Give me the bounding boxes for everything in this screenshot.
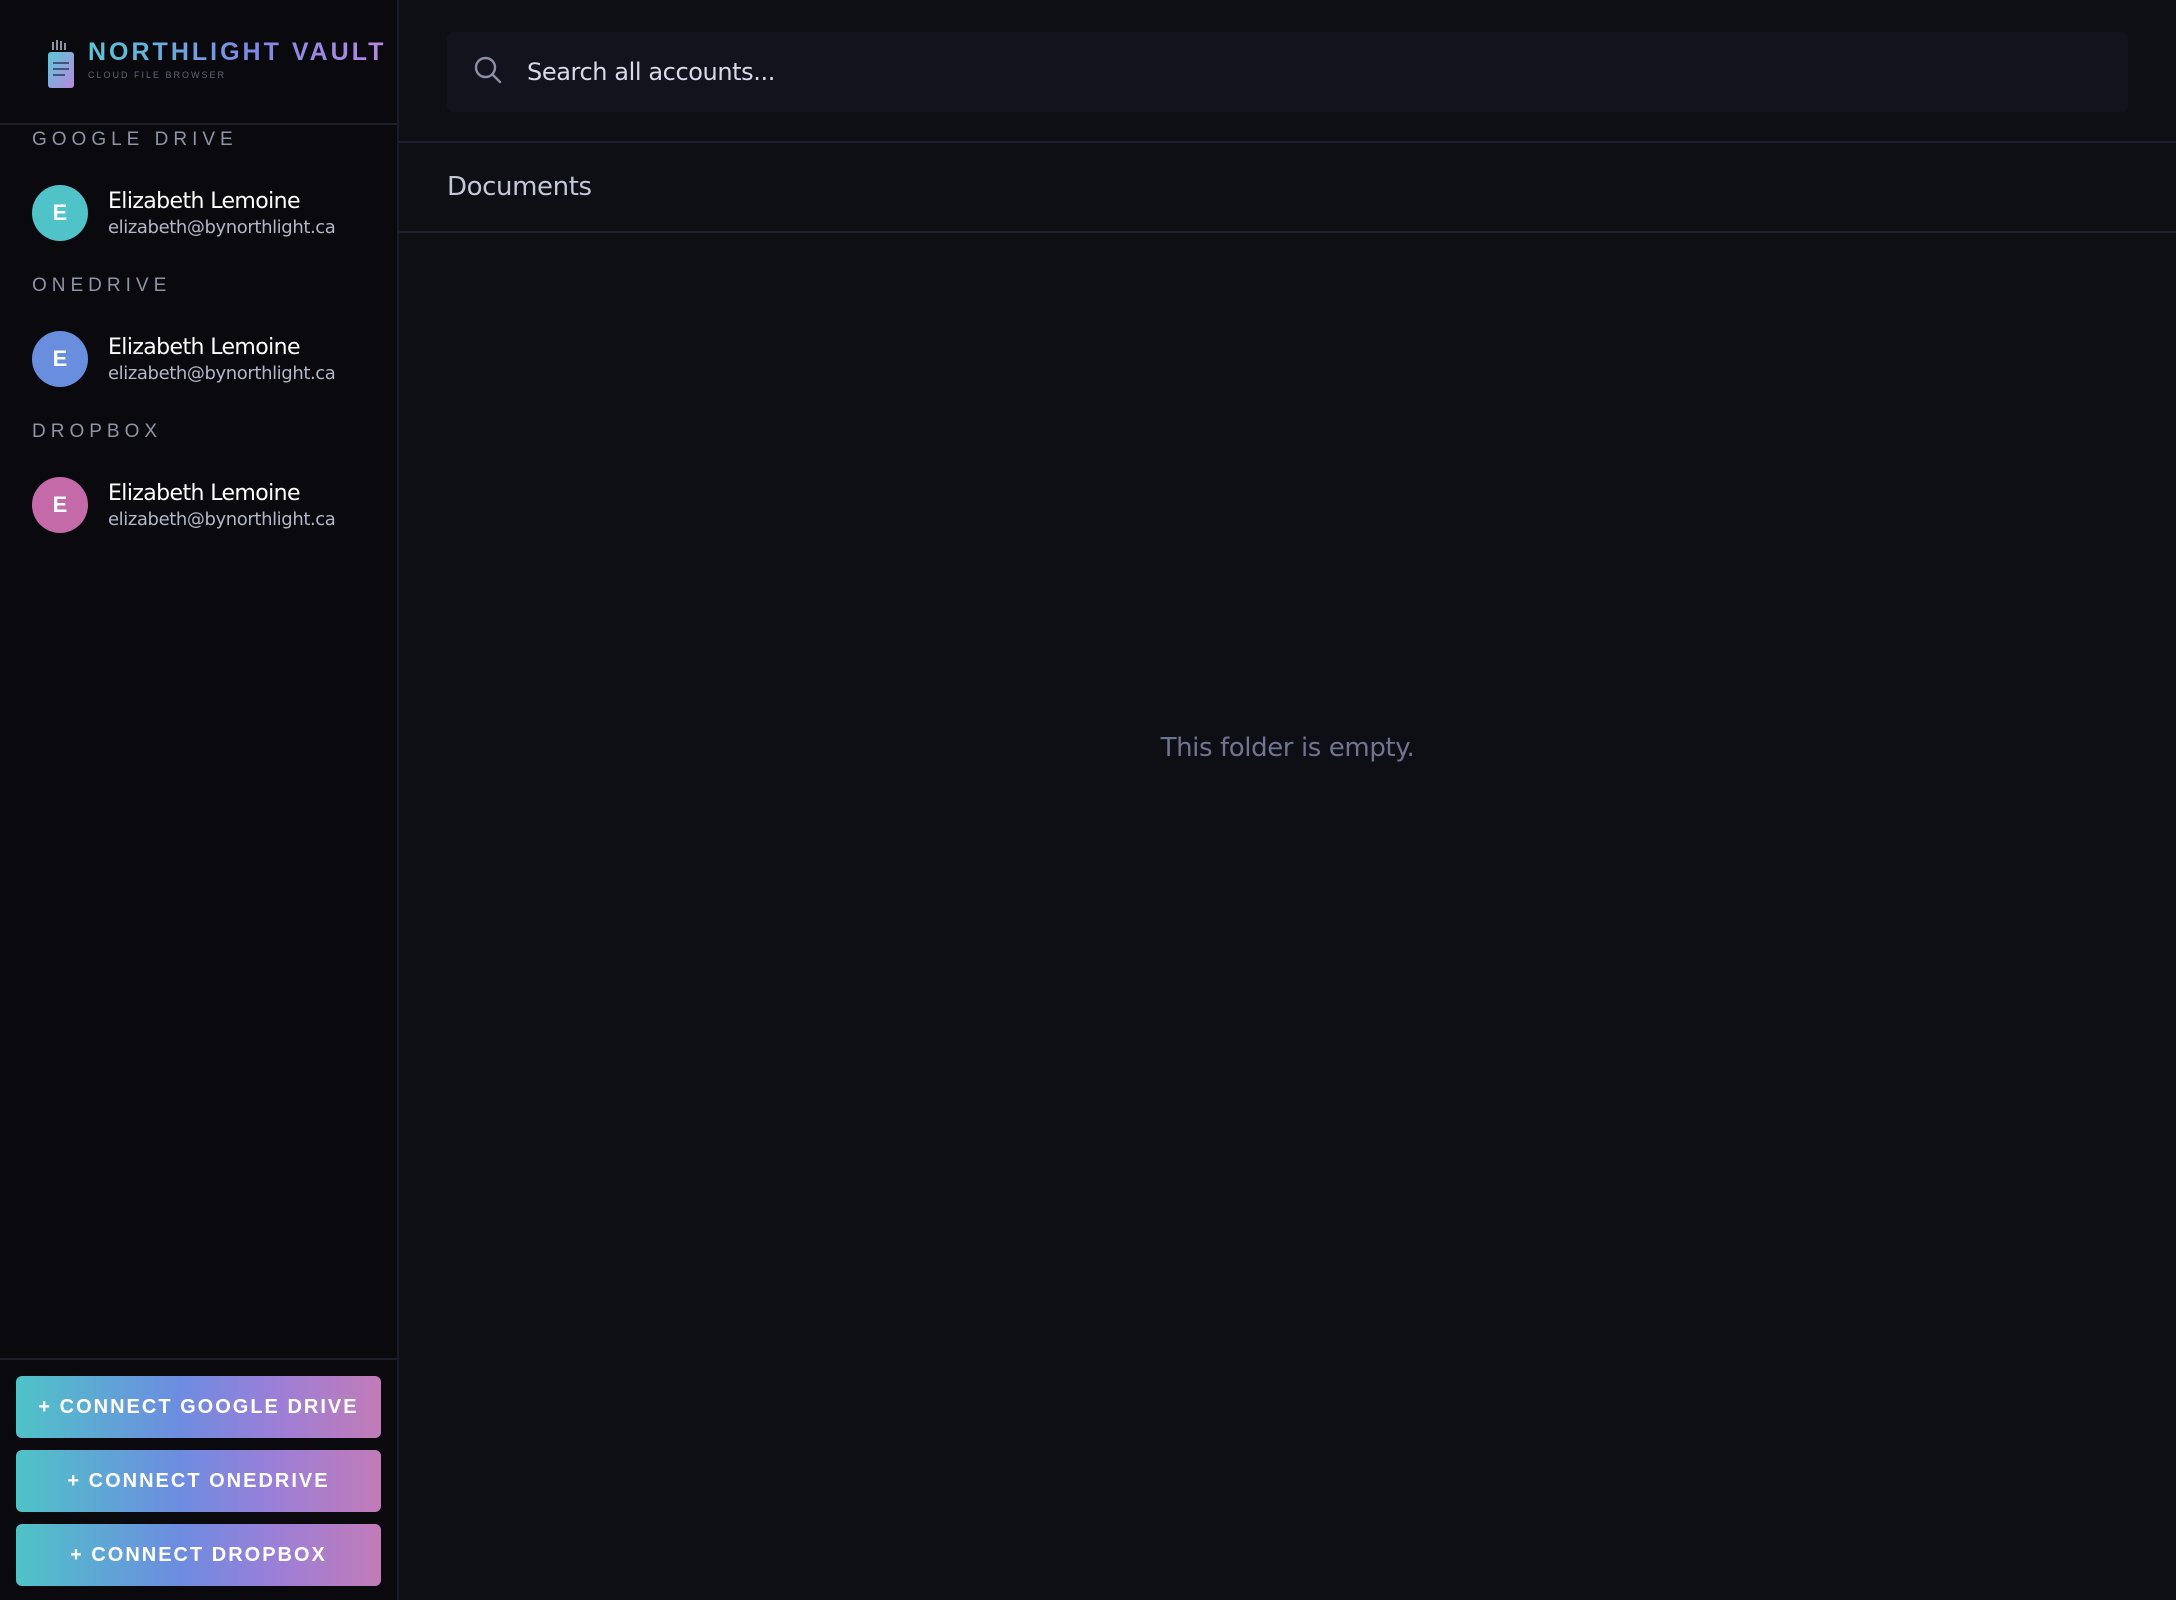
account-name: Elizabeth Lemoine [108, 480, 301, 506]
app-window: NORTHLIGHT VAULT CLOUD FILE BROWSER GOOG… [0, 0, 2176, 1600]
search-input[interactable] [525, 57, 2128, 87]
account-name: Elizabeth Lemoine [108, 188, 301, 214]
brand-header: NORTHLIGHT VAULT CLOUD FILE BROWSER [0, 0, 397, 125]
breadcrumb: Documents [399, 143, 2176, 233]
connect-google-drive-button[interactable]: + CONNECT GOOGLE DRIVE [16, 1376, 381, 1438]
account-email: elizabeth@bynorthlight.ca [108, 216, 336, 238]
vault-logo-icon [46, 39, 78, 90]
account-item-onedrive[interactable]: E Elizabeth Lemoine elizabeth@bynorthlig… [0, 301, 397, 417]
avatar: E [32, 477, 88, 533]
main-panel: Documents This folder is empty. [399, 0, 2176, 1600]
account-name: Elizabeth Lemoine [108, 334, 301, 360]
account-item-google-drive[interactable]: E Elizabeth Lemoine elizabeth@bynorthlig… [0, 155, 397, 271]
file-list-area: This folder is empty. [399, 233, 2176, 1600]
connect-onedrive-button[interactable]: + CONNECT ONEDRIVE [16, 1450, 381, 1512]
section-label-dropbox: DROPBOX [32, 421, 163, 442]
account-item-dropbox[interactable]: E Elizabeth Lemoine elizabeth@bynorthlig… [0, 447, 397, 563]
account-list: GOOGLE DRIVE E Elizabeth Lemoine elizabe… [0, 125, 397, 1358]
app-subtitle: CLOUD FILE BROWSER [88, 69, 227, 80]
avatar: E [32, 331, 88, 387]
account-email: elizabeth@bynorthlight.ca [108, 362, 336, 384]
breadcrumb-documents[interactable]: Documents [447, 172, 592, 202]
empty-folder-message: This folder is empty. [1160, 733, 1415, 763]
section-label-google-drive: GOOGLE DRIVE [32, 129, 238, 150]
search-header [399, 0, 2176, 143]
search-icon [473, 55, 503, 89]
connect-buttons: + CONNECT GOOGLE DRIVE + CONNECT ONEDRIV… [0, 1358, 397, 1600]
search-bar[interactable] [447, 32, 2128, 112]
account-email: elizabeth@bynorthlight.ca [108, 508, 336, 530]
connect-dropbox-button[interactable]: + CONNECT DROPBOX [16, 1524, 381, 1586]
sidebar: NORTHLIGHT VAULT CLOUD FILE BROWSER GOOG… [0, 0, 399, 1600]
app-title: NORTHLIGHT VAULT [88, 37, 387, 66]
avatar: E [32, 185, 88, 241]
section-label-onedrive: ONEDRIVE [32, 275, 172, 296]
